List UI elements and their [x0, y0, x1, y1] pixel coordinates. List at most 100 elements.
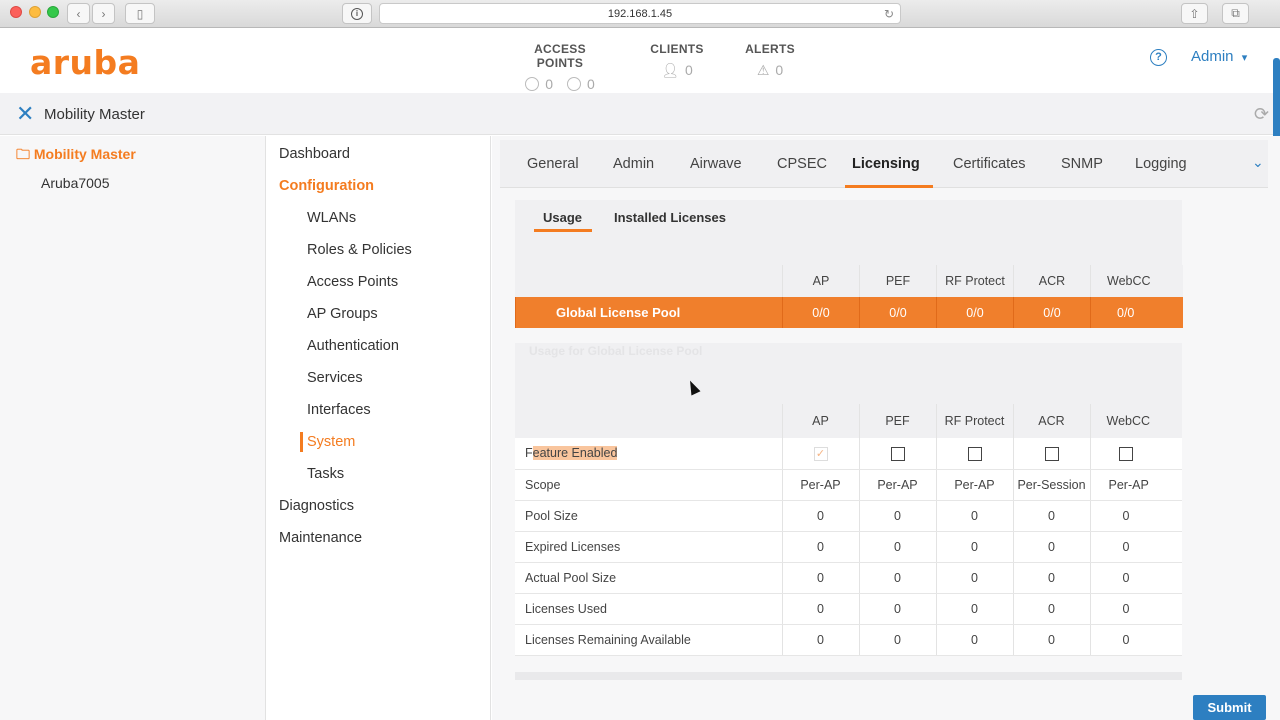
table-cell: 0	[781, 531, 859, 563]
share-button[interactable]: ⇧	[1181, 3, 1208, 24]
table-cell: 0	[1012, 562, 1090, 594]
global-pool-table: AP PEF RF Protect ACR WebCC Global Licen…	[515, 265, 1183, 328]
alerts-summary[interactable]: ALERTS ⚠︎ 0	[744, 42, 796, 79]
main-content: General Admin Airwave CPSEC Licensing Ce…	[492, 136, 1280, 720]
active-subtab-indicator	[534, 229, 592, 232]
clients-summary[interactable]: CLIENTS 👤︎ 0	[647, 42, 707, 79]
sidebar-toggle-button[interactable]: ▯	[125, 3, 155, 24]
table-row: Scope Per-AP Per-AP Per-AP Per-Session P…	[515, 469, 1182, 501]
nav-configuration[interactable]: Configuration	[279, 178, 374, 194]
tree-node-aruba7005[interactable]: Aruba7005	[41, 175, 110, 191]
close-icon[interactable]: ✕	[16, 103, 34, 125]
table-cell: 0	[935, 531, 1013, 563]
table-header-blank	[515, 404, 782, 438]
tab-airwave[interactable]: Airwave	[690, 156, 742, 172]
feature-checkbox-acr[interactable]	[1012, 438, 1090, 470]
hierarchy-tree: 🗀︎ Mobility Master Aruba7005	[0, 136, 266, 720]
submit-button[interactable]: Submit	[1193, 695, 1266, 720]
checkbox[interactable]	[890, 446, 905, 461]
nav-interfaces[interactable]: Interfaces	[307, 402, 371, 418]
aruba-logo[interactable]: aruba	[30, 43, 140, 82]
feature-checkbox-webcc[interactable]	[1089, 438, 1182, 470]
tab-general[interactable]: General	[527, 156, 579, 172]
usage-section-title: Usage for Global License Pool	[529, 344, 703, 358]
mobility-bar-title: Mobility Master	[44, 106, 145, 123]
tab-cpsec[interactable]: CPSEC	[777, 156, 827, 172]
nav-tasks[interactable]: Tasks	[307, 466, 344, 482]
subtab-usage[interactable]: Usage	[543, 210, 582, 225]
nav-maintenance[interactable]: Maintenance	[279, 530, 362, 546]
table-cell: 0	[1089, 531, 1182, 563]
nav-diagnostics[interactable]: Diagnostics	[279, 498, 354, 514]
table-cell: 0	[858, 531, 936, 563]
help-icon[interactable]: ?	[1150, 49, 1167, 66]
table-row: Pool Size 0 0 0 0 0	[515, 500, 1182, 532]
table-cell: 0	[781, 500, 859, 532]
admin-label: Admin	[1191, 48, 1234, 65]
admin-menu[interactable]: Admin ▾	[1191, 48, 1247, 65]
table-cell: Per-AP	[935, 469, 1013, 501]
tabs-overview-button[interactable]: ⧉	[1222, 3, 1249, 24]
address-bar[interactable]: 192.168.1.45 ↻	[379, 3, 901, 24]
usage-table: AP PEF RF Protect ACR WebCC Feature Enab…	[515, 404, 1182, 656]
nav-services[interactable]: Services	[307, 370, 363, 386]
back-button[interactable]: ‹	[67, 3, 90, 24]
tab-certificates[interactable]: Certificates	[953, 156, 1026, 172]
tab-snmp[interactable]: SNMP	[1061, 156, 1103, 172]
site-info-button[interactable]: i	[342, 3, 372, 24]
nav-ap-groups[interactable]: AP Groups	[307, 306, 378, 322]
col-header-pef: PEF	[858, 404, 936, 438]
chevron-down-icon[interactable]: ⌄	[1252, 154, 1264, 171]
nav-wlans[interactable]: WLANs	[307, 210, 356, 226]
checkbox[interactable]	[967, 446, 982, 461]
close-window-button[interactable]	[10, 6, 22, 18]
reload-icon[interactable]: ↻	[884, 7, 894, 21]
table-cell: 0	[858, 593, 936, 625]
tab-logging[interactable]: Logging	[1135, 156, 1187, 172]
subtab-installed-licenses[interactable]: Installed Licenses	[614, 210, 726, 225]
checkmark-icon[interactable]: ✓	[813, 446, 828, 461]
table-cell: 0	[1089, 593, 1182, 625]
checkbox[interactable]	[1044, 446, 1059, 461]
pool-value-pef: 0/0	[859, 297, 937, 328]
feature-checkbox-rf-protect[interactable]	[935, 438, 1013, 470]
horizontal-scrollbar[interactable]	[515, 672, 1182, 680]
row-label: Expired Licenses	[515, 531, 782, 563]
table-cell: 0	[1089, 500, 1182, 532]
nav-roles-policies[interactable]: Roles & Policies	[307, 242, 412, 258]
tree-node-mobility-master[interactable]: 🗀︎ Mobility Master	[16, 144, 136, 168]
tabs-icon: ⧉	[1231, 6, 1240, 20]
tab-admin[interactable]: Admin	[613, 156, 654, 172]
feature-checkbox-ap[interactable]: ✓	[781, 438, 859, 470]
system-tabs: General Admin Airwave CPSEC Licensing Ce…	[500, 140, 1268, 188]
table-row: Expired Licenses 0 0 0 0 0	[515, 531, 1182, 563]
col-header-ap: AP	[781, 404, 859, 438]
tab-licensing[interactable]: Licensing	[852, 156, 920, 172]
nav-authentication[interactable]: Authentication	[307, 338, 399, 354]
col-header-webcc: WebCC	[1090, 265, 1183, 297]
nav-dashboard[interactable]: Dashboard	[279, 146, 350, 162]
table-cell: 0	[781, 593, 859, 625]
table-header-blank	[515, 265, 783, 297]
feature-enabled-highlight: eature Enabled	[532, 446, 618, 461]
nav-access-points[interactable]: Access Points	[307, 274, 398, 290]
chevron-down-icon: ▾	[1241, 52, 1248, 64]
minimize-window-button[interactable]	[29, 6, 41, 18]
table-cell: Per-Session	[1012, 469, 1090, 501]
feature-checkbox-pef[interactable]	[858, 438, 936, 470]
table-cell: 0	[1089, 562, 1182, 594]
col-header-webcc: WebCC	[1089, 404, 1182, 438]
access-points-summary[interactable]: ACCESS POINTS 0 0	[510, 42, 610, 92]
table-cell: 0	[1012, 531, 1090, 563]
nav-system[interactable]: System	[307, 434, 355, 450]
pool-value-rf-protect: 0/0	[936, 297, 1014, 328]
zoom-window-button[interactable]	[47, 6, 59, 18]
checkbox[interactable]	[1118, 446, 1133, 461]
side-nav: Dashboard Configuration WLANs Roles & Po…	[267, 136, 491, 720]
ap-down-count: 0	[587, 76, 595, 92]
table-cell: 0	[935, 593, 1013, 625]
clients-title: CLIENTS	[650, 42, 704, 56]
refresh-icon[interactable]: ⟳	[1254, 104, 1269, 125]
forward-button[interactable]: ›	[92, 3, 115, 24]
global-license-pool-row[interactable]: Global License Pool 0/0 0/0 0/0 0/0 0/0	[515, 297, 1183, 328]
